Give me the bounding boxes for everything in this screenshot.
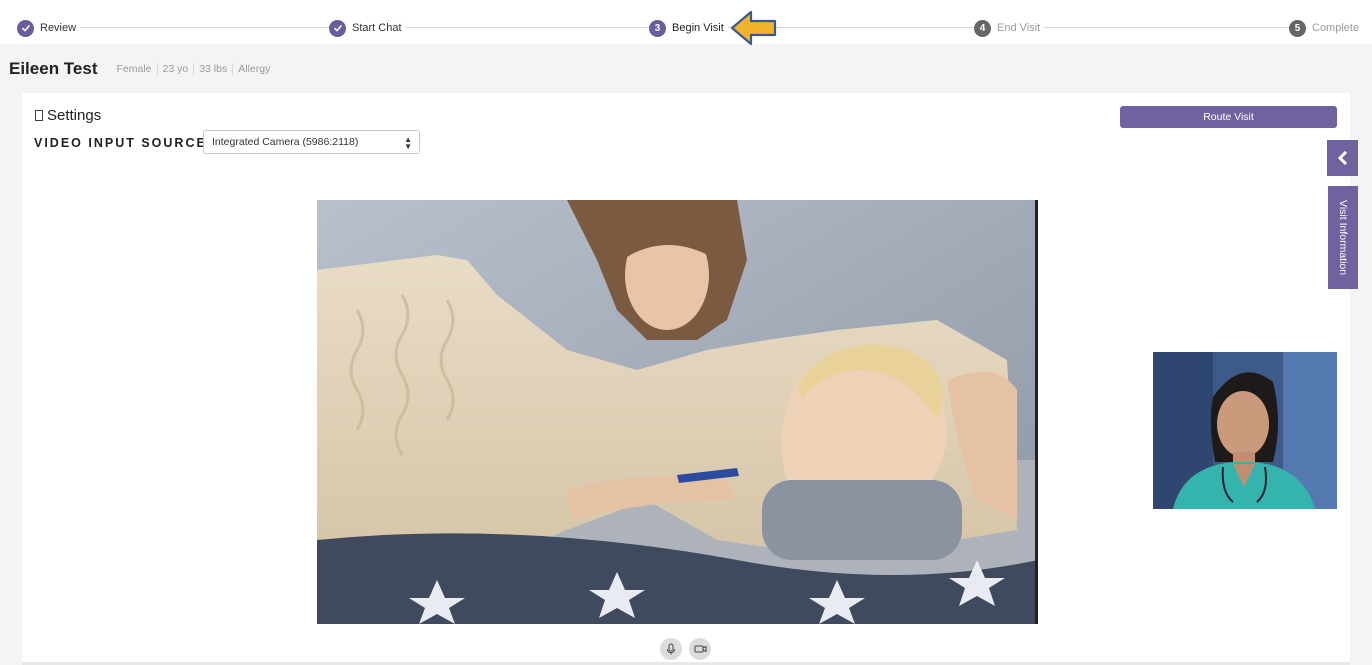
step-number: 5 (1289, 19, 1306, 37)
step-label: Start Chat (352, 22, 402, 34)
patient-gender: Female (112, 63, 158, 75)
patient-age: 23 yo (158, 63, 195, 75)
step-label: End Visit (997, 22, 1041, 34)
video-camera-icon (694, 645, 706, 653)
microphone-icon (667, 643, 675, 655)
video-input-select[interactable]: Integrated Camera (5986:2118) ▲ ▼ (203, 130, 420, 154)
video-input-value: Integrated Camera (5986:2118) (212, 136, 359, 148)
arrow-left-icon (730, 10, 777, 46)
collapse-sidebar-button[interactable] (1327, 140, 1358, 176)
remote-video-feed (317, 200, 1038, 624)
patient-header: Eileen Test Female 23 yo 33 lbs Allergy (9, 58, 275, 80)
settings-heading: Settings (35, 107, 101, 124)
step-start-chat[interactable]: Start Chat (329, 19, 406, 37)
camera-toggle-button[interactable] (689, 638, 711, 660)
step-label: Begin Visit (672, 22, 724, 34)
settings-icon (35, 110, 43, 121)
self-video-preview (1153, 352, 1337, 509)
patient-weight: 33 lbs (194, 63, 234, 75)
check-icon (17, 19, 34, 37)
visit-progress-stepper: Review Start Chat 3 Begin Visit 4 End Vi… (0, 0, 1372, 46)
patient-allergy: Allergy (238, 63, 271, 75)
step-number: 4 (974, 19, 991, 37)
step-begin-visit[interactable]: 3 Begin Visit (649, 19, 728, 37)
patient-name: Eileen Test (9, 59, 98, 78)
visit-information-tab[interactable]: Visit Information (1328, 186, 1358, 289)
self-video-image (1153, 352, 1337, 509)
step-complete[interactable]: 5 Complete (1289, 19, 1364, 37)
remote-video-image (317, 200, 1038, 624)
step-number: 3 (649, 19, 666, 37)
visit-information-label: Visit Information (1337, 199, 1349, 276)
microphone-toggle-button[interactable] (660, 638, 682, 660)
chevron-left-icon (1337, 151, 1347, 165)
step-end-visit[interactable]: 4 End Visit (974, 19, 1045, 37)
check-icon (329, 19, 346, 37)
step-label: Complete (1312, 22, 1360, 34)
select-caret-icon: ▲ ▼ (404, 135, 412, 151)
video-visit-panel: Settings VIDEO INPUT SOURCE Integrated C… (22, 93, 1350, 665)
step-review[interactable]: Review (17, 19, 81, 37)
video-input-label: VIDEO INPUT SOURCE (34, 136, 207, 150)
route-visit-button[interactable]: Route Visit (1120, 106, 1337, 128)
step-label: Review (40, 22, 77, 34)
settings-title: Settings (47, 107, 102, 124)
